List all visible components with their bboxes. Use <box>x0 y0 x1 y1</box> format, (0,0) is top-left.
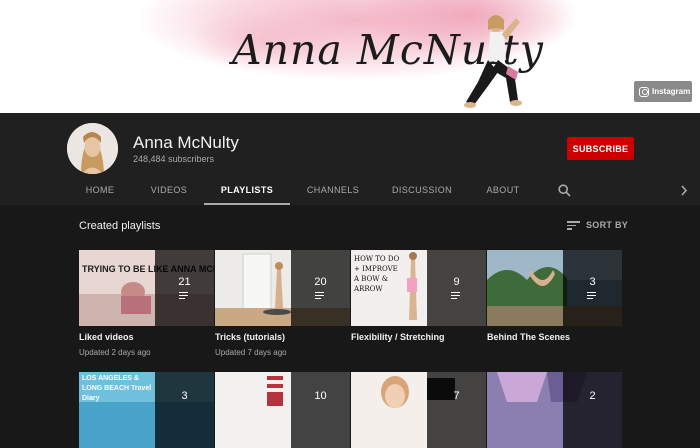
instagram-icon <box>639 86 649 97</box>
playlist-count-overlay: 3 <box>155 372 214 448</box>
playlist-title[interactable]: Liked videos <box>79 332 214 342</box>
playlist-icon <box>451 292 462 300</box>
playlist-count-overlay: 9 <box>427 250 486 326</box>
playlist-card-row2-3[interactable]: 7 <box>351 372 486 448</box>
playlist-title[interactable]: Behind The Scenes <box>487 332 622 342</box>
playlist-count-overlay: 21 <box>155 250 214 326</box>
playlist-thumbnail[interactable]: 2 <box>487 372 622 448</box>
sort-by-button[interactable]: SORT BY <box>567 220 628 230</box>
section-title: Created playlists <box>79 220 161 232</box>
playlist-card-tricks[interactable]: 20 Tricks (tutorials) Updated 7 days ago <box>215 250 350 357</box>
playlist-count-overlay: 10 <box>291 372 350 448</box>
playlist-card-row2-2[interactable]: 10 <box>215 372 350 448</box>
playlist-thumbnail[interactable]: TRYING TO BE LIKE ANNA MCNULTY 21 <box>79 250 214 326</box>
playlist-thumbnail[interactable]: 10 <box>215 372 350 448</box>
playlist-card-liked-videos[interactable]: TRYING TO BE LIKE ANNA MCNULTY 21 Liked … <box>79 250 214 357</box>
playlist-title[interactable]: Tricks (tutorials) <box>215 332 350 342</box>
playlist-updated: Updated 2 days ago <box>79 348 151 357</box>
playlist-count-overlay: 2 <box>563 372 622 448</box>
video-count: 20 <box>314 276 327 288</box>
tab-videos[interactable]: VIDEOS <box>138 175 200 205</box>
subscribe-button[interactable]: SUBSCRIBE <box>567 137 634 160</box>
channel-name: Anna McNulty <box>133 133 239 152</box>
subscriber-count: 248,484 subscribers <box>133 154 215 164</box>
playlist-count-overlay: 7 <box>427 372 486 448</box>
tab-playlists[interactable]: PLAYLISTS <box>204 175 290 205</box>
video-count: 3 <box>589 276 596 288</box>
thumbnail-caption: HOW TO DO + IMPROVE A BOW & ARROW <box>354 255 400 293</box>
sort-icon <box>567 220 580 230</box>
channel-header: Anna McNulty 248,484 subscribers SUBSCRI… <box>0 113 700 205</box>
channel-banner: Anna McNulty Instagram <box>0 0 700 113</box>
playlist-thumbnail[interactable]: 20 <box>215 250 350 326</box>
search-icon[interactable] <box>558 184 571 197</box>
playlist-updated: Updated 7 days ago <box>215 348 287 357</box>
playlist-card-row2-1[interactable]: LOS ANGELES & LONG BEACH Travel Diary 3 <box>79 372 214 448</box>
playlist-count-overlay: 3 <box>563 250 622 326</box>
thumbnail-caption: LOS ANGELES & LONG BEACH Travel Diary <box>82 375 152 402</box>
channel-tabs: HOME VIDEOS PLAYLISTS CHANNELS DISCUSSIO… <box>0 175 700 205</box>
playlist-card-flexibility[interactable]: HOW TO DO + IMPROVE A BOW & ARROW 9 Flex… <box>351 250 486 348</box>
instagram-link[interactable]: Instagram <box>634 81 692 102</box>
chevron-right-icon[interactable] <box>679 184 689 197</box>
playlist-count-overlay: 20 <box>291 250 350 326</box>
playlist-icon <box>315 292 326 300</box>
tab-discussion[interactable]: DISCUSSION <box>382 175 462 205</box>
banner-person-image <box>464 15 522 108</box>
video-count: 3 <box>181 390 188 402</box>
tab-home[interactable]: HOME <box>72 175 128 205</box>
playlist-icon <box>587 292 598 300</box>
video-count: 21 <box>178 276 191 288</box>
video-count: 2 <box>589 390 596 402</box>
channel-avatar[interactable] <box>67 123 118 174</box>
playlist-thumbnail[interactable]: LOS ANGELES & LONG BEACH Travel Diary 3 <box>79 372 214 448</box>
tab-channels[interactable]: CHANNELS <box>296 175 370 205</box>
playlist-card-row2-4[interactable]: 2 <box>487 372 622 448</box>
playlist-thumbnail[interactable]: 3 <box>487 250 622 326</box>
playlist-icon <box>179 292 190 300</box>
video-count: 9 <box>453 276 460 288</box>
instagram-label: Instagram <box>652 87 691 96</box>
playlist-title[interactable]: Flexibility / Stretching <box>351 332 486 342</box>
video-count: 7 <box>453 390 460 402</box>
playlist-card-behind-the-scenes[interactable]: 3 Behind The Scenes <box>487 250 622 348</box>
playlist-thumbnail[interactable]: HOW TO DO + IMPROVE A BOW & ARROW 9 <box>351 250 486 326</box>
video-count: 10 <box>314 390 327 402</box>
tab-about[interactable]: ABOUT <box>476 175 530 205</box>
playlist-thumbnail[interactable]: 7 <box>351 372 486 448</box>
sort-by-label: SORT BY <box>586 220 629 230</box>
